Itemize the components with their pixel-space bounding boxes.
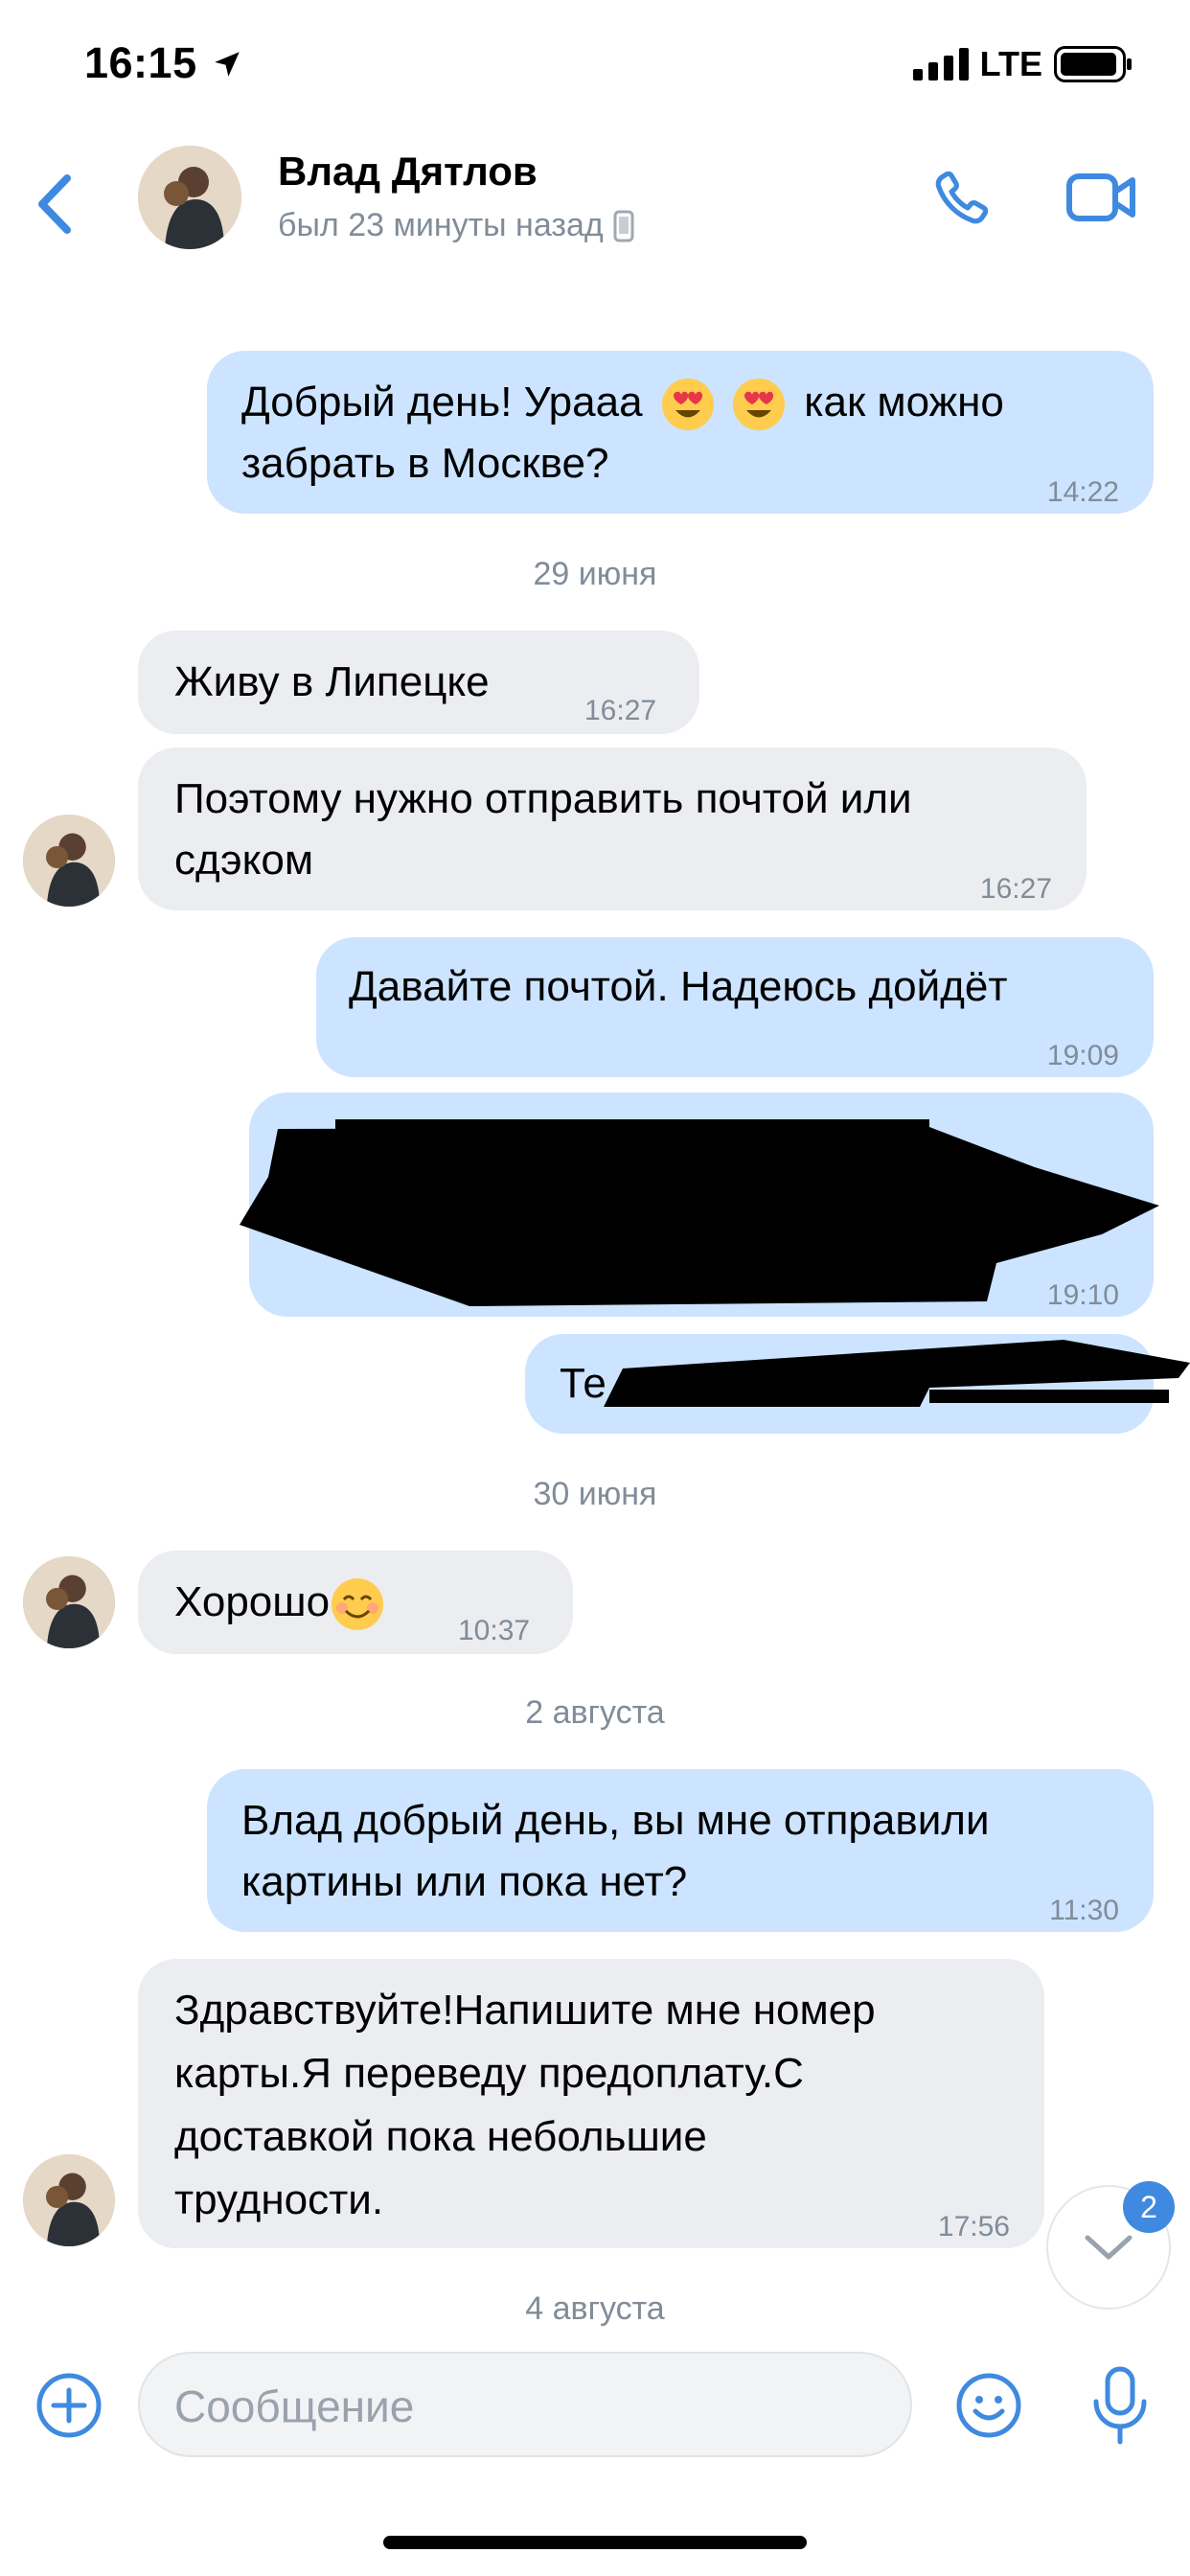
message-time: 16:27 <box>584 695 657 726</box>
redaction-scribble <box>240 1119 1159 1306</box>
message-text: Те <box>560 1360 606 1407</box>
back-chevron-icon[interactable] <box>27 171 80 238</box>
avatar-photo <box>23 815 115 907</box>
location-arrow-icon <box>215 52 240 77</box>
message-time: 17:56 <box>937 2211 1010 2242</box>
sender-avatar[interactable] <box>23 1556 115 1648</box>
message-text-line: карты.Я переведу предоплату.С <box>174 2050 804 2097</box>
message-text: Добрый день! Урааа как можно <box>241 372 1004 433</box>
video-call-icon[interactable] <box>1065 171 1138 224</box>
date-separator: 4 августа <box>525 2290 665 2327</box>
message-bubble-outgoing[interactable]: Добрый день! Урааа как можно забрать в М… <box>207 351 1154 514</box>
message-time: 11:30 <box>1049 1895 1119 1926</box>
microphone-icon[interactable] <box>1088 2365 1152 2448</box>
last-seen-status: был 23 минуты назад <box>278 207 634 244</box>
contact-name[interactable]: Влад Дятлов <box>278 149 538 195</box>
message-time: 19:09 <box>1046 1040 1119 1071</box>
message-bubble-outgoing[interactable]: Давайте почтой. Надеюсь дойдёт 19:09 <box>316 937 1154 1077</box>
message-text-line: Здравствуйте!Напишите мне номер <box>174 1987 876 2034</box>
sender-avatar[interactable] <box>23 815 115 907</box>
message-text: Живу в Липецке <box>174 658 490 705</box>
message-text: Хорошо <box>174 1572 385 1633</box>
phone-icon[interactable] <box>927 165 995 232</box>
message-input-placeholder: Сообщение <box>174 2381 415 2431</box>
status-indicators: LTE <box>912 44 1133 84</box>
date-separator: 2 августа <box>525 1694 665 1731</box>
mobile-device-icon <box>613 210 634 242</box>
message-time: 16:27 <box>979 873 1052 905</box>
status-time: 16:15 <box>84 38 197 87</box>
message-text-line: Хорошо <box>174 1578 331 1625</box>
add-attachment-icon[interactable] <box>34 2371 103 2440</box>
avatar-photo <box>23 1556 115 1648</box>
message-bubble-incoming[interactable]: Хорошо 10:37 <box>138 1551 573 1654</box>
date-separator: 29 июня <box>533 556 657 592</box>
message-text: Давайте почтой. Надеюсь дойдёт <box>349 963 1008 1010</box>
message-bubble-incoming[interactable]: Здравствуйте!Напишите мне номер карты.Я … <box>138 1959 1044 2248</box>
message-bubble-incoming[interactable]: Поэтому нужно отправить почтой или сдэко… <box>138 748 1087 910</box>
message-text-line: доставкой пока небольшие <box>174 2113 707 2160</box>
emoji-smile-icon[interactable] <box>954 2371 1023 2440</box>
avatar-photo <box>138 146 241 249</box>
message-time: 10:37 <box>458 1615 531 1646</box>
sender-avatar[interactable] <box>23 2154 115 2246</box>
signal-icon <box>912 48 969 80</box>
message-text-line: Влад добрый день, вы мне отправили <box>241 1797 990 1844</box>
avatar-photo <box>23 2154 115 2246</box>
message-text-line: Добрый день! Урааа <box>241 379 643 426</box>
battery-icon <box>1054 46 1132 82</box>
smiling-face-emoji-icon <box>332 1578 384 1631</box>
message-text-line: сдэком <box>174 837 314 884</box>
message-bubble-incoming[interactable]: Живу в Липецке 16:27 <box>138 631 699 734</box>
home-indicator <box>383 2536 807 2549</box>
contact-avatar[interactable] <box>138 146 241 249</box>
message-text-line: забрать в Москве? <box>241 440 609 487</box>
message-bubble-outgoing[interactable]: Влад добрый день, вы мне отправили карти… <box>207 1769 1154 1932</box>
heart-eyes-emoji-icon <box>733 379 786 431</box>
message-text-line: трудности. <box>174 2176 384 2223</box>
chevron-down-icon <box>1085 2235 1133 2260</box>
unread-count-badge: 2 <box>1123 2181 1175 2233</box>
message-text-line: картины или пока нет? <box>241 1858 688 1905</box>
heart-eyes-emoji-icon <box>661 379 714 431</box>
message-text-line: как можно <box>804 379 1004 426</box>
redaction-scribble <box>604 1340 1190 1407</box>
date-separator: 30 июня <box>533 1476 657 1512</box>
message-time: 14:22 <box>1046 476 1119 508</box>
network-type: LTE <box>979 44 1042 83</box>
last-seen-text: был 23 минуты назад <box>278 207 604 243</box>
message-text-line: Поэтому нужно отправить почтой или <box>174 775 912 822</box>
